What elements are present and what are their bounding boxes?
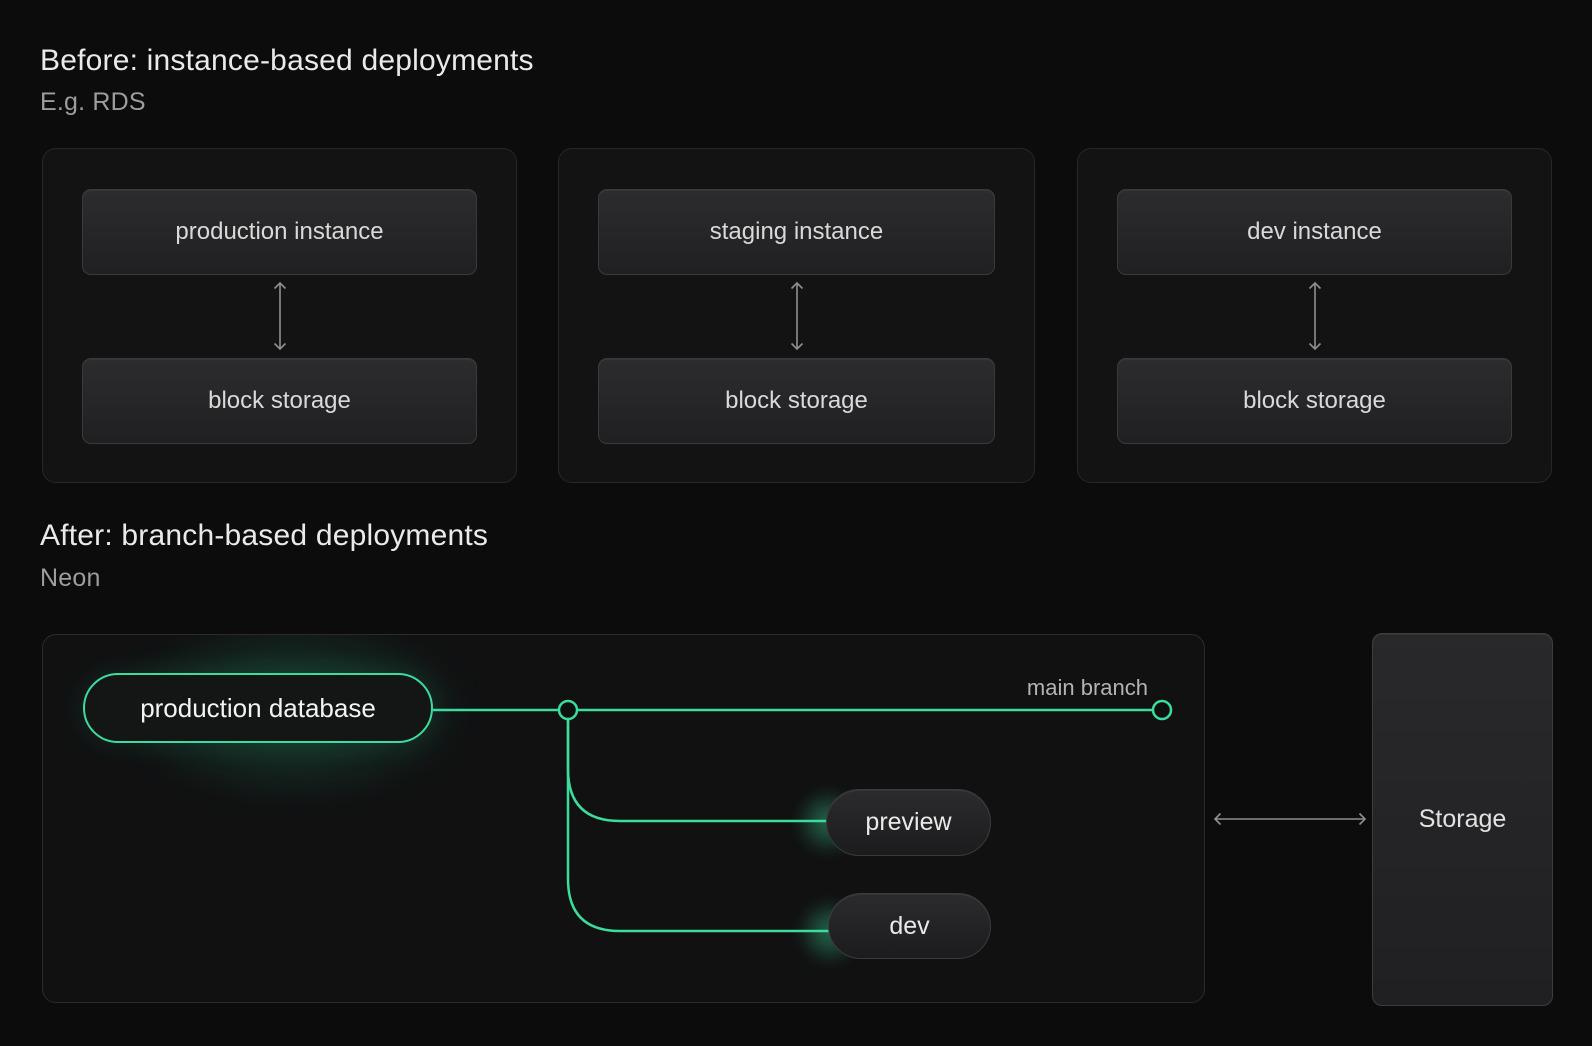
main-branch-label: main branch bbox=[1026, 675, 1148, 700]
block-storage-label: block storage bbox=[725, 387, 868, 414]
dev-branch-pill: dev bbox=[828, 893, 991, 959]
dev-instance-box: dev instance bbox=[1117, 189, 1512, 275]
after-section-subtitle: Neon bbox=[40, 564, 101, 592]
preview-branch-label: preview bbox=[865, 808, 952, 836]
staging-instance-box: staging instance bbox=[598, 189, 995, 275]
instance-card-staging: staging instance block storage bbox=[558, 148, 1035, 483]
instance-card-production: production instance block storage bbox=[42, 148, 517, 483]
deployment-comparison-diagram: Before: instance-based deployments E.g. … bbox=[0, 0, 1592, 1046]
block-storage-box: block storage bbox=[82, 358, 477, 444]
branch-fork-node bbox=[557, 699, 579, 721]
storage-box: Storage bbox=[1372, 633, 1553, 1006]
bidirectional-horizontal-arrow-icon bbox=[1211, 810, 1369, 828]
dev-branch-label: dev bbox=[889, 911, 930, 940]
dev-instance-label: dev instance bbox=[1247, 218, 1382, 245]
before-section-subtitle: E.g. RDS bbox=[40, 88, 146, 116]
instance-card-dev: dev instance block storage bbox=[1077, 148, 1552, 483]
block-storage-label: block storage bbox=[1243, 387, 1386, 414]
block-storage-label: block storage bbox=[208, 387, 351, 414]
production-instance-box: production instance bbox=[82, 189, 477, 275]
bidirectional-vertical-arrow-icon bbox=[271, 279, 289, 353]
after-section-title: After: branch-based deployments bbox=[40, 519, 489, 552]
block-storage-box: block storage bbox=[1117, 358, 1512, 444]
bidirectional-vertical-arrow-icon bbox=[788, 279, 806, 353]
staging-instance-label: staging instance bbox=[709, 218, 884, 245]
production-database-pill: production database bbox=[83, 673, 433, 743]
block-storage-box: block storage bbox=[598, 358, 995, 444]
branch-diagram-panel: production database main branch preview … bbox=[42, 634, 1205, 1003]
bidirectional-vertical-arrow-icon bbox=[1306, 279, 1324, 353]
preview-branch-pill: preview bbox=[826, 789, 991, 856]
before-section-title: Before: instance-based deployments bbox=[40, 44, 534, 77]
production-database-label: production database bbox=[140, 692, 376, 723]
storage-label: Storage bbox=[1418, 805, 1507, 833]
main-branch-end-node bbox=[1151, 699, 1173, 721]
production-instance-label: production instance bbox=[175, 218, 384, 245]
